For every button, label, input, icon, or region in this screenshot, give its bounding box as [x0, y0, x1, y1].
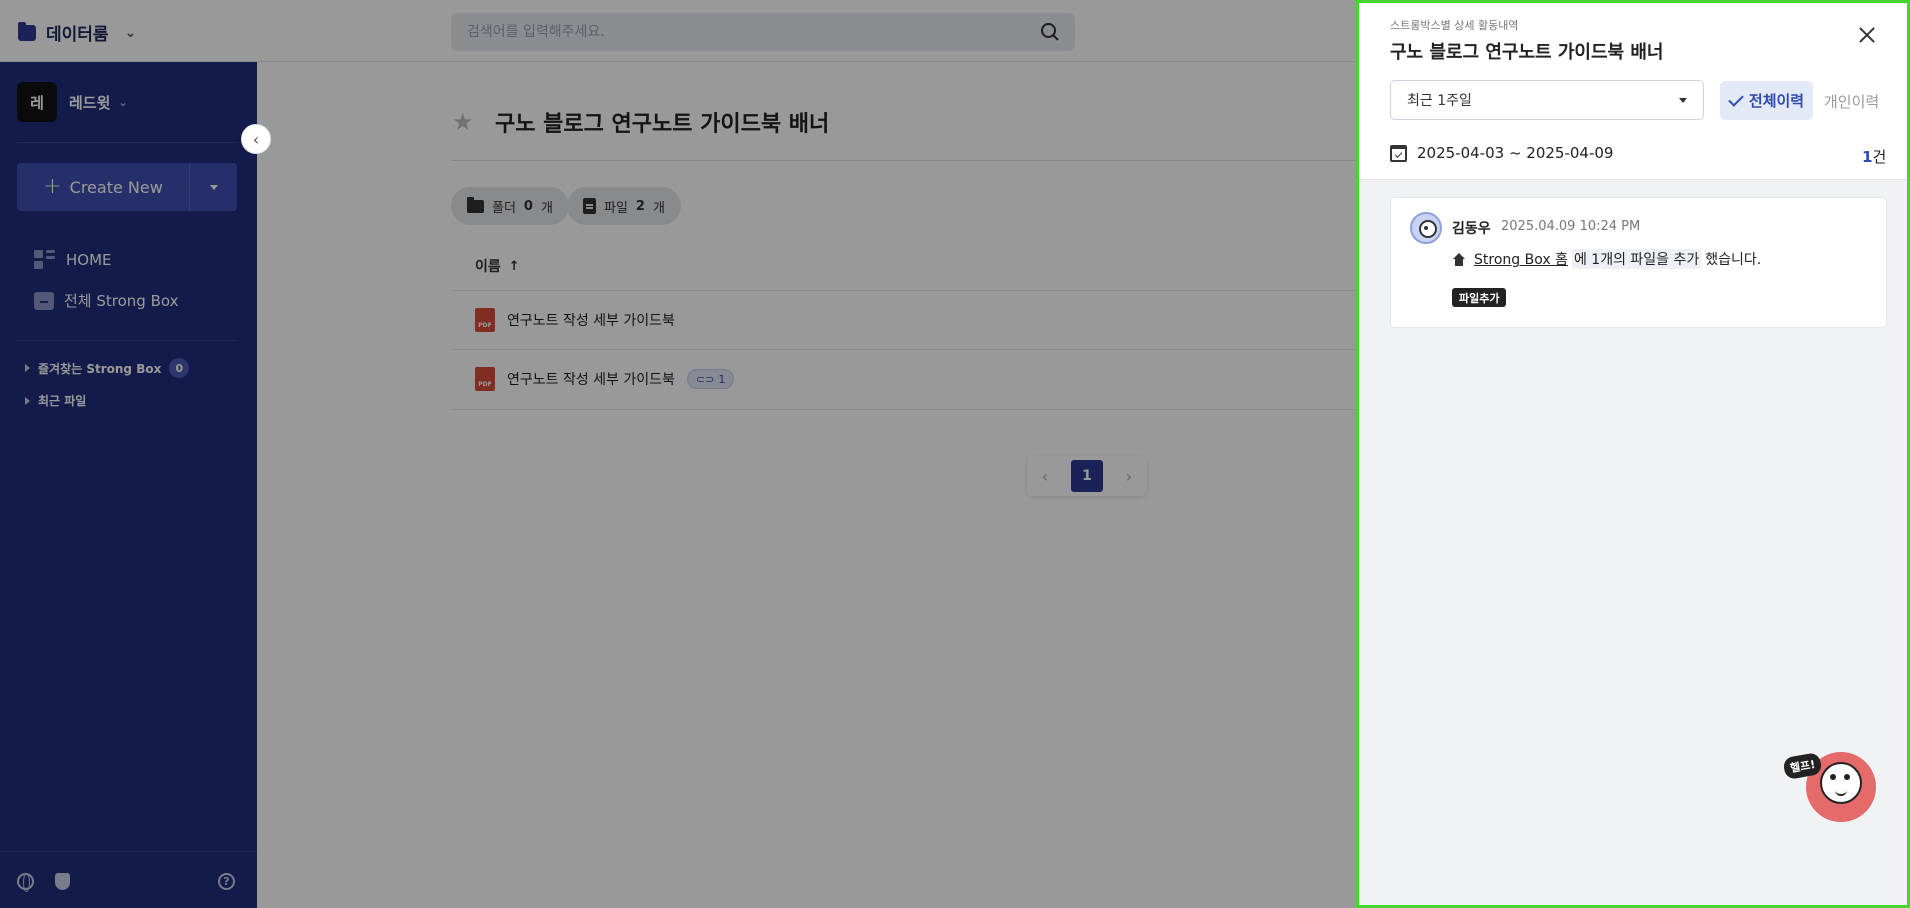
modal-backdrop[interactable]	[0, 0, 1356, 908]
count-unit: 건	[1872, 148, 1887, 166]
tab-label: 전체이력	[1748, 92, 1805, 110]
check-icon	[1728, 90, 1744, 107]
period-value: 최근 1주일	[1407, 93, 1472, 109]
date-range: 2025-04-03 ~ 2025-04-09	[1390, 144, 1613, 162]
avatar	[1410, 212, 1442, 244]
period-select[interactable]: 최근 1주일	[1390, 80, 1704, 120]
activity-text-end: 했습니다.	[1705, 252, 1762, 268]
activity-card: 김동우 2025.04.09 10:24 PM Strong Box 홈 에 1…	[1390, 197, 1887, 328]
home-icon	[1452, 252, 1466, 266]
collapse-sidebar-button[interactable]: ‹	[241, 124, 271, 154]
mascot-icon	[1820, 762, 1862, 804]
date-range-text: 2025-04-03 ~ 2025-04-09	[1417, 144, 1614, 162]
calendar-icon	[1390, 144, 1407, 162]
panel-title: 구노 블로그 연구노트 가이드북 배너	[1390, 42, 1664, 63]
panel-subtitle: 스트롱박스별 상세 활동내역	[1390, 19, 1519, 32]
caret-down-icon	[1679, 97, 1687, 103]
activity-description: Strong Box 홈 에 1개의 파일을 추가 했습니다.	[1452, 249, 1761, 269]
activity-time: 2025.04.09 10:24 PM	[1501, 219, 1641, 234]
tab-all-history[interactable]: 전체이력	[1720, 81, 1813, 120]
tab-personal-history[interactable]: 개인이력	[1824, 91, 1879, 112]
activity-panel-header: 스트롱박스별 상세 활동내역 구노 블로그 연구노트 가이드북 배너 최근 1주…	[1359, 3, 1907, 180]
activity-location-link[interactable]: Strong Box 홈	[1474, 249, 1568, 269]
activity-type-tag: 파일추가	[1452, 288, 1507, 307]
activity-text: 에 1개의 파일을 추가	[1571, 249, 1702, 269]
count-number: 1	[1862, 148, 1873, 166]
activity-count: 1건	[1862, 146, 1886, 167]
activity-user: 김동우	[1452, 221, 1491, 237]
close-icon[interactable]	[1855, 23, 1879, 47]
